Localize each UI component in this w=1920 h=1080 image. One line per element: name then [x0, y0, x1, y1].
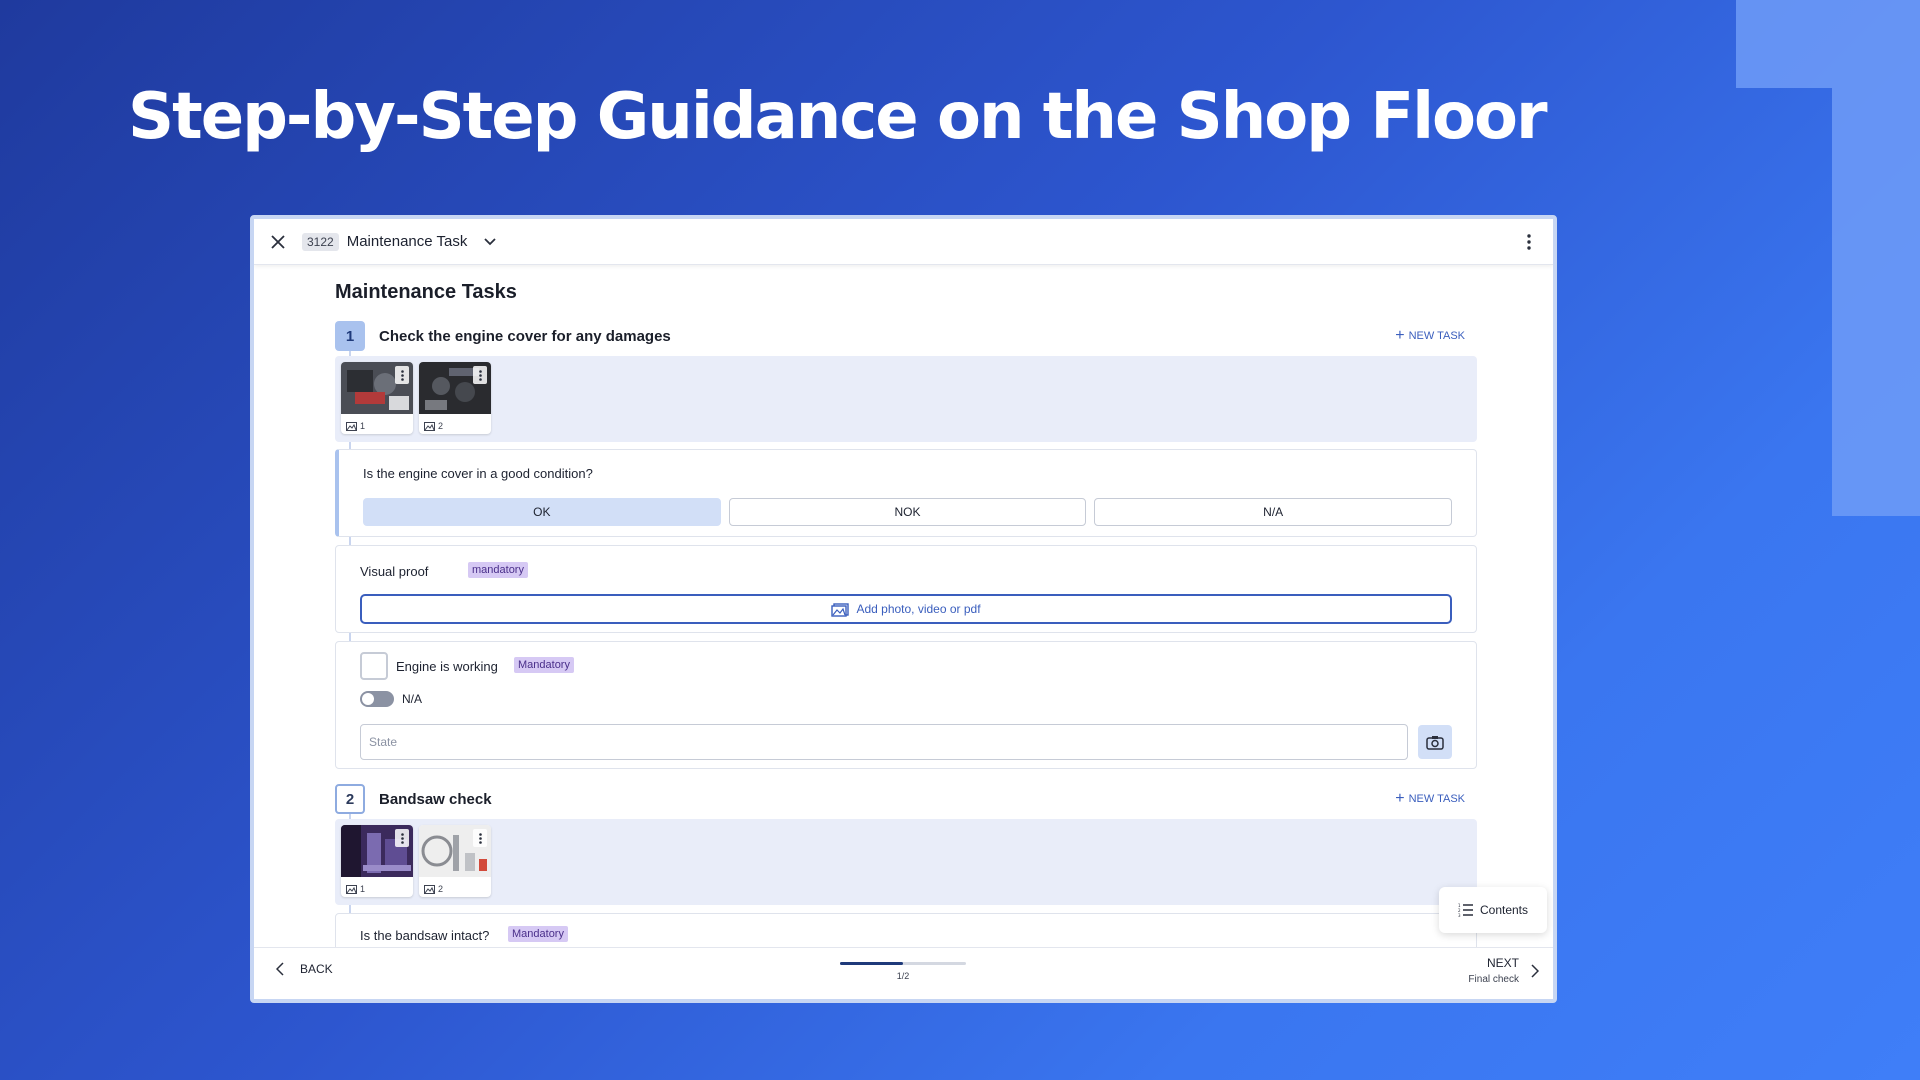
choice-group: OK NOK N/A	[363, 498, 1453, 526]
visual-proof-label: Visual proof	[360, 564, 429, 579]
more-options-icon[interactable]	[1519, 232, 1539, 252]
step-header-1: 1 Check the engine cover for any damages…	[335, 321, 1477, 351]
contents-button[interactable]: 123 Contents	[1439, 887, 1547, 933]
thumbnail-menu-icon[interactable]	[473, 829, 487, 847]
section-heading: Maintenance Tasks	[335, 281, 517, 303]
media-thumbnail[interactable]: 1	[341, 362, 413, 434]
new-task-label: NEW TASK	[1408, 793, 1465, 805]
media-thumbnail[interactable]: 1	[341, 825, 413, 897]
plus-icon: +	[1395, 790, 1405, 807]
new-task-button[interactable]: + NEW TASK	[1395, 791, 1465, 807]
next-label: NEXT	[1486, 956, 1519, 970]
top-bar: 3122 Maintenance Task	[254, 219, 1553, 265]
slide-title: Step-by-Step Guidance on the Shop Floor	[128, 80, 1547, 154]
media-thumbnail[interactable]: 2	[419, 362, 491, 434]
back-label: BACK	[300, 962, 333, 976]
na-toggle[interactable]	[360, 691, 394, 707]
chevron-left-icon	[276, 962, 284, 976]
progress-label: 1/2	[896, 971, 910, 981]
svg-text:3: 3	[1458, 913, 1461, 917]
camera-button[interactable]	[1418, 725, 1452, 759]
chevron-down-icon[interactable]	[481, 233, 499, 251]
question-text: Is the bandsaw intact?	[360, 928, 490, 943]
state-input[interactable]	[360, 724, 1408, 760]
mandatory-tag: Mandatory	[508, 926, 568, 942]
check-card: Engine is working Mandatory N/A	[335, 641, 1477, 769]
media-strip: 1 2	[335, 356, 1477, 442]
thumbnail-menu-icon[interactable]	[473, 366, 487, 384]
question-card: Is the bandsaw intact? Mandatory	[335, 913, 1477, 947]
thumbnail-caption-text: 2	[438, 884, 444, 894]
thumbnail-caption: 1	[346, 884, 365, 894]
thumbnail-caption: 1	[346, 421, 365, 431]
thumbnail-caption: 2	[424, 884, 443, 894]
mandatory-tag: mandatory	[468, 562, 528, 578]
task-content[interactable]: Maintenance Tasks 1 Check the engine cov…	[254, 265, 1553, 947]
question-text: Is the engine cover in a good condition?	[363, 466, 593, 481]
next-sublabel: Final check	[1468, 974, 1519, 985]
step-number: 1	[335, 321, 365, 351]
image-icon	[346, 884, 357, 894]
step-title: Bandsaw check	[379, 790, 492, 808]
app-window: 3122 Maintenance Task Maintenance Tasks …	[250, 215, 1557, 1003]
decorative-block	[1736, 0, 1920, 88]
next-button[interactable]: NEXT Final check	[1468, 956, 1539, 985]
thumbnail-caption: 2	[424, 421, 443, 431]
progress-fill	[840, 962, 903, 965]
add-media-label: Add photo, video or pdf	[856, 602, 981, 616]
contents-label: Contents	[1479, 903, 1529, 917]
step-title: Check the engine cover for any damages	[379, 327, 671, 345]
progress-indicator: 1/2	[840, 962, 966, 981]
engine-working-checkbox[interactable]	[360, 652, 388, 680]
check-label: Engine is working	[396, 659, 498, 674]
decorative-block	[1832, 88, 1920, 516]
image-icon	[424, 421, 435, 431]
choice-na-button[interactable]: N/A	[1094, 498, 1453, 526]
chevron-right-icon	[1531, 963, 1539, 978]
thumbnail-menu-icon[interactable]	[395, 829, 409, 847]
list-icon: 123	[1458, 903, 1473, 917]
choice-ok-button[interactable]: OK	[363, 498, 721, 526]
plus-icon: +	[1395, 327, 1405, 344]
new-task-label: NEW TASK	[1408, 330, 1465, 342]
media-strip: 1 2	[335, 819, 1477, 905]
back-button[interactable]: BACK	[276, 962, 333, 976]
footer-nav: BACK 1/2 NEXT Final check	[254, 947, 1553, 999]
question-card: Is the engine cover in a good condition?…	[335, 449, 1477, 537]
task-title: Maintenance Task	[346, 233, 468, 250]
close-icon[interactable]	[268, 232, 288, 252]
step-header-2: 2 Bandsaw check + NEW TASK	[335, 784, 1477, 814]
mandatory-tag: Mandatory	[514, 657, 574, 673]
media-thumbnail[interactable]: 2	[419, 825, 491, 897]
task-id-badge: 3122	[302, 232, 339, 251]
image-icon	[424, 884, 435, 894]
thumbnail-caption-text: 2	[438, 421, 444, 431]
choice-nok-button[interactable]: NOK	[728, 498, 1087, 526]
add-media-button[interactable]: Add photo, video or pdf	[360, 594, 1452, 624]
new-task-button[interactable]: + NEW TASK	[1395, 328, 1465, 344]
thumbnail-menu-icon[interactable]	[395, 366, 409, 384]
camera-icon	[1426, 735, 1444, 750]
step-number: 2	[335, 784, 365, 814]
na-toggle-label: N/A	[402, 692, 423, 706]
thumbnail-caption-text: 1	[360, 884, 366, 894]
image-icon	[346, 421, 357, 431]
thumbnail-caption-text: 1	[360, 421, 366, 431]
upload-media-icon	[831, 603, 850, 617]
visual-proof-card: Visual proof mandatory Add photo, video …	[335, 545, 1477, 633]
